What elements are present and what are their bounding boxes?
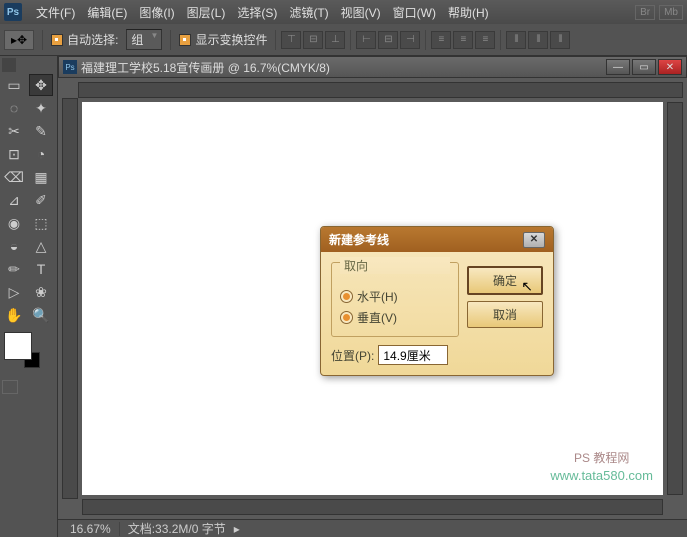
tool-button[interactable]: ✎ xyxy=(29,120,53,142)
position-input[interactable] xyxy=(378,345,448,365)
menu-edit[interactable]: 编辑(E) xyxy=(81,4,133,21)
align-bottom-icon[interactable]: ⊥ xyxy=(325,31,345,49)
bridge-badge[interactable]: Br xyxy=(635,5,655,20)
align-vcenter-icon[interactable]: ⊟ xyxy=(303,31,323,49)
tool-button[interactable]: ✋ xyxy=(2,304,26,326)
menu-image[interactable]: 图像(I) xyxy=(133,4,180,21)
checkbox-icon xyxy=(51,34,63,46)
tool-button[interactable]: ⬚ xyxy=(29,212,53,234)
close-button[interactable]: ✕ xyxy=(658,59,682,75)
orientation-legend: 取向 xyxy=(340,257,450,274)
tool-button[interactable]: ✦ xyxy=(29,97,53,119)
menu-file[interactable]: 文件(F) xyxy=(30,4,81,21)
autoselect-combo[interactable]: 组 xyxy=(126,29,162,50)
minibridge-badge[interactable]: Mb xyxy=(659,5,683,20)
tool-button[interactable]: ✥ xyxy=(29,74,53,96)
transform-checkbox[interactable]: 显示变换控件 xyxy=(175,31,271,48)
position-label: 位置(P): xyxy=(331,347,374,364)
menubar: Ps 文件(F) 编辑(E) 图像(I) 图层(L) 选择(S) 滤镜(T) 视… xyxy=(0,0,687,24)
tool-button[interactable]: ⌫ xyxy=(2,166,26,188)
tool-button[interactable]: ◔ xyxy=(29,143,53,165)
minimize-button[interactable]: — xyxy=(606,59,630,75)
align-top-icon[interactable]: ⊤ xyxy=(281,31,301,49)
tool-button[interactable]: T xyxy=(29,258,53,280)
watermark-url: www.tata580.com xyxy=(550,467,653,485)
orientation-fieldset: 取向 水平(H) 垂直(V) xyxy=(331,262,459,337)
radio-vertical-label: 垂直(V) xyxy=(357,309,397,326)
dist-hcenter-icon[interactable]: ⫴ xyxy=(528,31,548,49)
checkbox-icon xyxy=(179,34,191,46)
radio-icon xyxy=(340,290,353,303)
dialog-title[interactable]: 新建参考线 ✕ xyxy=(321,227,553,252)
dist-top-icon[interactable]: ≡ xyxy=(431,31,451,49)
tool-button[interactable]: ⊿ xyxy=(2,189,26,211)
scrollbar-horizontal[interactable] xyxy=(82,499,663,515)
tool-button[interactable]: ▭ xyxy=(2,74,26,96)
toolbox: ▭✥◌✦✂✎⊡◔⌫▦⊿✐◉⬚◒△✏T▷❀✋🔍 xyxy=(0,56,58,537)
foreground-swatch[interactable] xyxy=(4,332,32,360)
radio-horizontal[interactable]: 水平(H) xyxy=(340,286,450,307)
tool-button[interactable]: ▦ xyxy=(29,166,53,188)
watermark-text: PS 教程网 xyxy=(550,450,653,467)
menu-window[interactable]: 窗口(W) xyxy=(387,4,442,21)
radio-vertical[interactable]: 垂直(V) xyxy=(340,307,450,328)
ruler-vertical[interactable] xyxy=(62,98,78,499)
align-hcenter-icon[interactable]: ⊟ xyxy=(378,31,398,49)
radio-icon xyxy=(340,311,353,324)
tool-button[interactable]: ◒ xyxy=(2,235,26,257)
app-logo: Ps xyxy=(4,3,22,21)
doc-title: 福建理工学校5.18宣传画册 @ 16.7%(CMYK/8) xyxy=(81,59,606,76)
tool-button[interactable]: ◉ xyxy=(2,212,26,234)
ok-button[interactable]: 确定 ↖ xyxy=(467,266,543,295)
menu-layer[interactable]: 图层(L) xyxy=(181,4,232,21)
doc-icon: Ps xyxy=(63,60,77,74)
ok-label: 确定 xyxy=(493,274,517,288)
tool-button[interactable]: ⊡ xyxy=(2,143,26,165)
autoselect-checkbox[interactable]: 自动选择: xyxy=(47,31,122,48)
dialog-close-button[interactable]: ✕ xyxy=(523,232,545,248)
tool-button[interactable]: ✂ xyxy=(2,120,26,142)
zoom-value[interactable]: 16.67% xyxy=(62,522,120,536)
tool-button[interactable]: ✏ xyxy=(2,258,26,280)
menu-select[interactable]: 选择(S) xyxy=(231,4,283,21)
tool-button[interactable]: ✐ xyxy=(29,189,53,211)
tool-button[interactable]: △ xyxy=(29,235,53,257)
options-bar: ▸✥ 自动选择: 组 显示变换控件 ⊤ ⊟ ⊥ ⊢ ⊟ ⊣ ≡ ≡ ≡ ⫴ ⫴ … xyxy=(0,24,687,56)
maximize-button[interactable]: ▭ xyxy=(632,59,656,75)
transform-label: 显示变换控件 xyxy=(195,31,267,48)
watermark: PS 教程网 www.tata580.com xyxy=(550,450,653,485)
tool-button[interactable]: ◌ xyxy=(2,97,26,119)
scrollbar-vertical[interactable] xyxy=(667,102,683,495)
current-tool-indicator[interactable]: ▸✥ xyxy=(4,30,34,50)
dist-vcenter-icon[interactable]: ≡ xyxy=(453,31,473,49)
cursor-icon: ↖ xyxy=(521,278,533,295)
align-left-icon[interactable]: ⊢ xyxy=(356,31,376,49)
dist-left-icon[interactable]: ⫴ xyxy=(506,31,526,49)
menu-view[interactable]: 视图(V) xyxy=(335,4,387,21)
ruler-horizontal[interactable] xyxy=(78,82,683,98)
tool-button[interactable]: ❀ xyxy=(29,281,53,303)
radio-horizontal-label: 水平(H) xyxy=(357,288,398,305)
dist-right-icon[interactable]: ⫴ xyxy=(550,31,570,49)
align-right-icon[interactable]: ⊣ xyxy=(400,31,420,49)
tool-button[interactable]: 🔍 xyxy=(29,304,53,326)
quickmask-icon[interactable] xyxy=(2,380,18,394)
statusbar: 16.67% 文档:33.2M/0 字节 ▸ xyxy=(58,519,687,537)
dialog-title-text: 新建参考线 xyxy=(329,231,389,248)
document-titlebar: Ps 福建理工学校5.18宣传画册 @ 16.7%(CMYK/8) — ▭ ✕ xyxy=(58,56,687,78)
menu-help[interactable]: 帮助(H) xyxy=(442,4,495,21)
tool-button[interactable]: ▷ xyxy=(2,281,26,303)
dist-bottom-icon[interactable]: ≡ xyxy=(475,31,495,49)
autoselect-label: 自动选择: xyxy=(67,31,118,48)
menu-filter[interactable]: 滤镜(T) xyxy=(283,4,334,21)
doc-info[interactable]: 文档:33.2M/0 字节 xyxy=(120,520,234,537)
cancel-button[interactable]: 取消 xyxy=(467,301,543,328)
info-chevron-icon[interactable]: ▸ xyxy=(234,522,240,536)
new-guide-dialog: 新建参考线 ✕ 取向 水平(H) 垂直(V) 位置(P): xyxy=(320,226,554,376)
